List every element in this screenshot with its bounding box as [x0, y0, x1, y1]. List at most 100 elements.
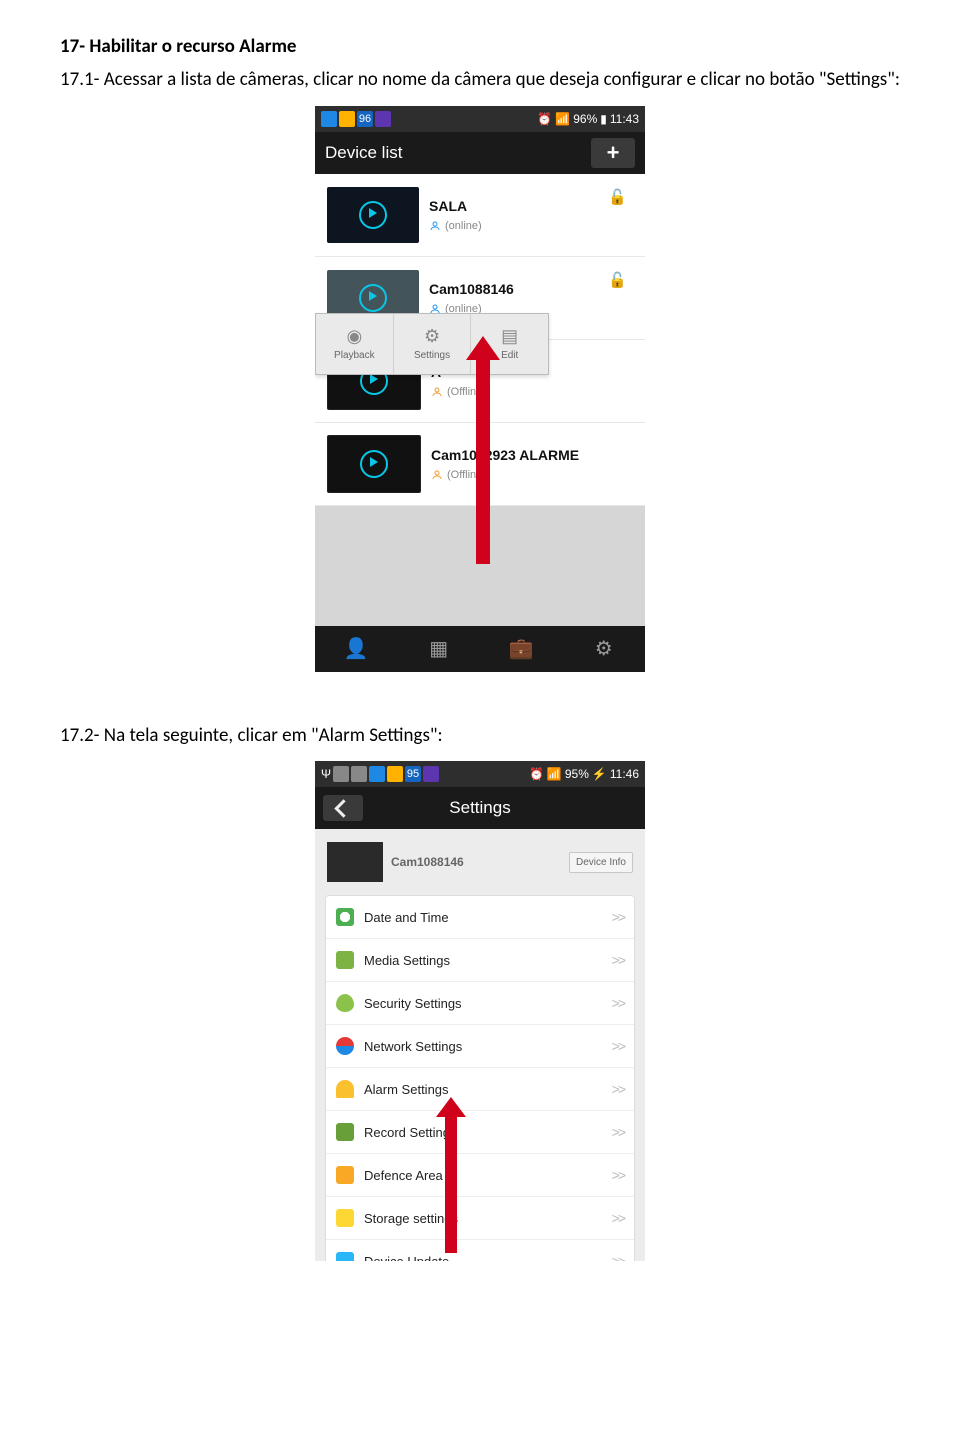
edit-icon: ▤: [501, 326, 518, 347]
settings-row-label: Record Settings: [364, 1125, 457, 1140]
chevron-right-icon: >>: [612, 1038, 624, 1054]
title-bar: Device list +: [315, 132, 645, 174]
add-button[interactable]: +: [591, 138, 635, 168]
annotation-arrow: [445, 1113, 457, 1253]
status-icon-app1: [333, 766, 349, 782]
signal-pct: 95%: [565, 767, 589, 781]
signal-pct: 96%: [573, 112, 597, 126]
status-icon-badge: 95: [405, 766, 421, 782]
settings-row-defence[interactable]: Defence Area >>: [326, 1154, 634, 1197]
clock: 11:43: [610, 112, 639, 126]
nav-toolbox-icon[interactable]: 💼: [480, 626, 563, 672]
page-title: Device list: [325, 143, 402, 163]
annotation-arrow: [476, 354, 490, 564]
settings-row-record[interactable]: Record Settings >>: [326, 1111, 634, 1154]
settings-button[interactable]: ⚙ Settings: [394, 314, 472, 374]
camera-name: Cam1092923 ALARME: [431, 447, 633, 463]
camera-status: (online): [445, 220, 482, 232]
android-status-bar: Ψ 95 ⏰ 📶 95% ⚡ 11:46: [315, 761, 645, 787]
page-title: Settings: [449, 798, 510, 818]
settings-row-storage[interactable]: Storage settings >>: [326, 1197, 634, 1240]
media-icon: [336, 951, 354, 969]
settings-row-label: Storage settings: [364, 1211, 458, 1226]
clock: 11:46: [610, 767, 639, 781]
status-icon-badge: 96: [357, 111, 373, 127]
settings-row-datetime[interactable]: Date and Time >>: [326, 896, 634, 939]
instruction-17-2: 17.2- Na tela seguinte, clicar em "Alarm…: [60, 722, 900, 750]
nav-grid-icon[interactable]: ▦: [398, 626, 481, 672]
status-icon-usb: Ψ: [321, 767, 331, 781]
status-icon-app3: [375, 111, 391, 127]
update-icon: [336, 1252, 354, 1261]
record-icon: [336, 1123, 354, 1141]
settings-row-label: Defence Area: [364, 1168, 443, 1183]
settings-row-update[interactable]: Device Update >>: [326, 1240, 634, 1261]
chevron-right-icon: >>: [612, 1124, 624, 1140]
lock-open-icon: 🔓: [608, 271, 627, 289]
status-icon-app3: [369, 766, 385, 782]
settings-row-label: Media Settings: [364, 953, 450, 968]
chevron-right-icon: >>: [612, 1210, 624, 1226]
section-heading: 17- Habilitar o recurso Alarme: [60, 35, 900, 58]
popup-label: Edit: [501, 350, 518, 361]
chevron-right-icon: >>: [612, 1253, 624, 1261]
settings-row-label: Device Update: [364, 1254, 449, 1262]
gear-icon: ⚙: [424, 326, 440, 347]
back-button[interactable]: [323, 795, 363, 821]
wifi-icon: 📶: [555, 112, 570, 126]
antenna-icon: [336, 1037, 354, 1055]
device-info-button[interactable]: Device Info: [569, 852, 633, 873]
screenshot-settings: Ψ 95 ⏰ 📶 95% ⚡ 11:46 Settings Cam108814: [315, 761, 645, 1261]
user-icon: [431, 469, 443, 481]
android-status-bar: 96 ⏰ 📶 96% ▮ 11:43: [315, 106, 645, 132]
playback-icon: ◉: [346, 326, 362, 347]
settings-row-alarm[interactable]: Alarm Settings >>: [326, 1068, 634, 1111]
device-header: Cam1088146 Device Info: [315, 829, 645, 895]
status-icon-app2: [351, 766, 367, 782]
bell-icon: [336, 1080, 354, 1098]
lock-icon: [336, 1166, 354, 1184]
alarm-icon: ⏰: [529, 767, 544, 781]
settings-row-label: Security Settings: [364, 996, 462, 1011]
chevron-right-icon: >>: [612, 952, 624, 968]
settings-row-security[interactable]: Security Settings >>: [326, 982, 634, 1025]
instruction-17-1: 17.1- Acessar a lista de câmeras, clicar…: [60, 66, 900, 94]
battery-charging-icon: ⚡: [592, 767, 607, 781]
play-icon: [359, 201, 387, 229]
popup-label: Playback: [334, 350, 375, 361]
alarm-icon: ⏰: [537, 112, 552, 126]
play-icon: [359, 284, 387, 312]
play-icon: [360, 450, 388, 478]
settings-row-label: Network Settings: [364, 1039, 462, 1054]
settings-row-media[interactable]: Media Settings >>: [326, 939, 634, 982]
shield-icon: [336, 994, 354, 1012]
status-icon-app2: [339, 111, 355, 127]
camera-thumbnail: [327, 187, 419, 243]
clock-icon: [336, 908, 354, 926]
settings-row-label: Date and Time: [364, 910, 449, 925]
device-thumbnail: [327, 842, 383, 882]
status-icon-app1: [321, 111, 337, 127]
chevron-right-icon: >>: [612, 909, 624, 925]
settings-row-network[interactable]: Network Settings >>: [326, 1025, 634, 1068]
camera-name: Cam1088146: [429, 281, 633, 297]
user-icon: [429, 220, 441, 232]
list-item[interactable]: SALA (online) 🔓: [315, 174, 645, 257]
bottom-nav: 👤 ▦ 💼 ⚙: [315, 626, 645, 672]
nav-gear-icon[interactable]: ⚙: [563, 626, 646, 672]
wifi-icon: 📶: [547, 767, 562, 781]
chevron-right-icon: >>: [612, 1167, 624, 1183]
settings-row-label: Alarm Settings: [364, 1082, 449, 1097]
battery-icon: ▮: [600, 112, 607, 126]
user-icon: [431, 386, 443, 398]
settings-card: Date and Time >> Media Settings >> Securit…: [325, 895, 635, 1261]
nav-contacts-icon[interactable]: 👤: [315, 626, 398, 672]
storage-icon: [336, 1209, 354, 1227]
playback-button[interactable]: ◉ Playback: [316, 314, 394, 374]
chevron-right-icon: >>: [612, 1081, 624, 1097]
title-bar: Settings: [315, 787, 645, 829]
lock-open-icon: 🔓: [608, 188, 627, 206]
chevron-right-icon: >>: [612, 995, 624, 1011]
status-icon-app4: [387, 766, 403, 782]
screenshot-device-list: 96 ⏰ 📶 96% ▮ 11:43 Device list + SALA (o…: [315, 106, 645, 692]
